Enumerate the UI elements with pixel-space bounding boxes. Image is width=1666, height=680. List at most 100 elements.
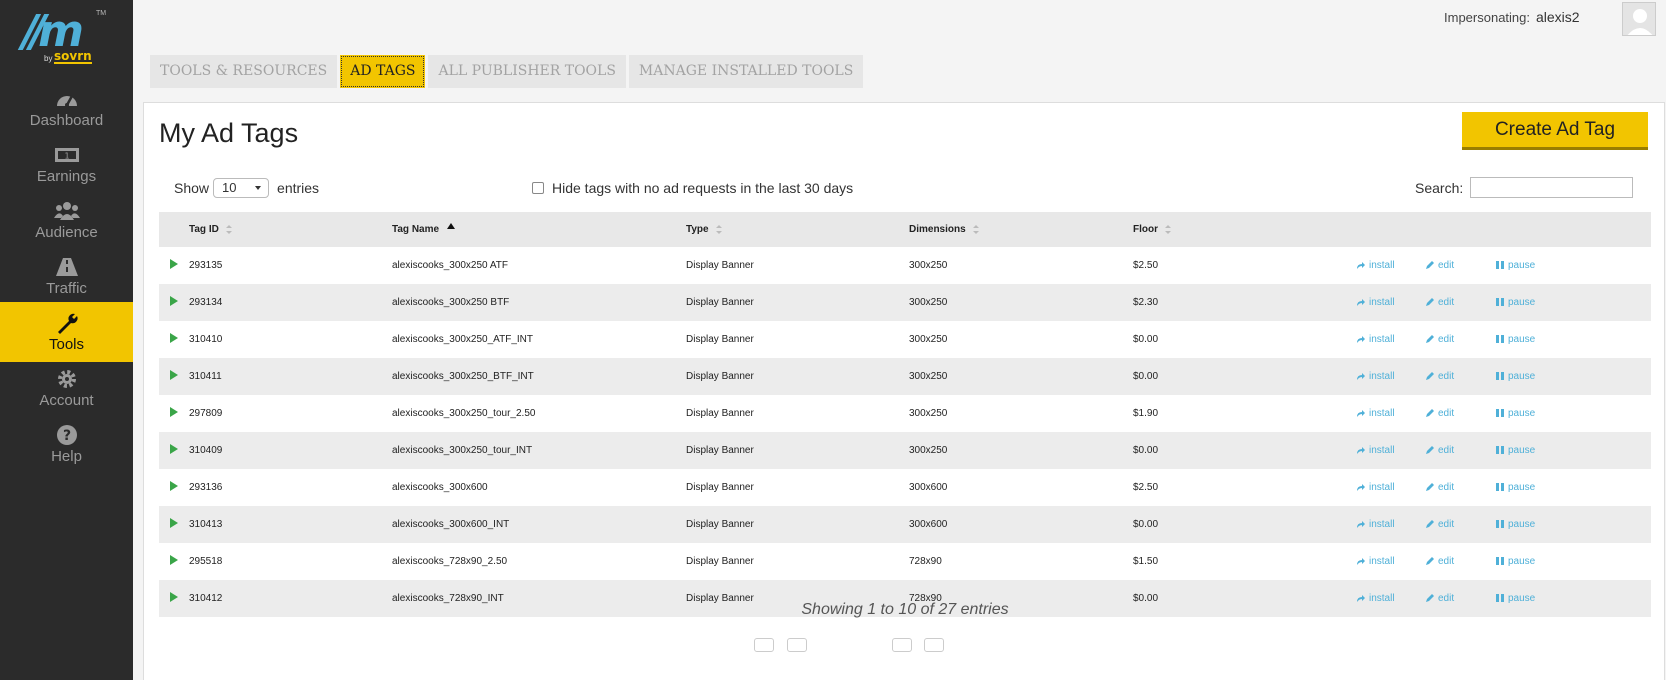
tool-tabs: TOOLS & RESOURCES AD TAGS ALL PUBLISHER … (150, 55, 866, 88)
pagination-last-button[interactable] (924, 638, 944, 652)
edit-label: edit (1438, 334, 1455, 345)
sidebar-item-tools[interactable]: Tools (0, 302, 133, 362)
impersonated-user[interactable]: alexis2 (1536, 9, 1580, 25)
pause-link[interactable]: pause (1496, 260, 1535, 271)
install-link[interactable]: install (1356, 408, 1395, 419)
logo-tm: TM (96, 10, 107, 17)
install-link[interactable]: install (1356, 260, 1395, 271)
play-icon[interactable] (170, 370, 178, 380)
pause-link[interactable]: pause (1496, 556, 1535, 567)
play-icon[interactable] (170, 555, 178, 565)
column-header-tag-name[interactable]: Tag Name (392, 212, 686, 247)
ad-tags-table: Tag ID Tag Name Type Dimensions Floor 29… (159, 212, 1651, 617)
sidebar-item-label: Audience (35, 224, 98, 241)
header-actions-spacer (1356, 212, 1426, 247)
search-input[interactable] (1470, 177, 1634, 198)
sidebar-item-label: Account (39, 392, 94, 409)
pause-link[interactable]: pause (1496, 482, 1535, 493)
sidebar-item-help[interactable]: ? Help (0, 414, 133, 474)
edit-link[interactable]: edit (1426, 334, 1454, 345)
floor-cell: $1.50 (1133, 556, 1159, 567)
users-icon (53, 202, 80, 220)
avatar[interactable] (1622, 2, 1656, 36)
install-link[interactable]: install (1356, 334, 1395, 345)
sidebar-item-traffic[interactable]: Traffic (0, 246, 133, 306)
pagination-previous-button[interactable] (787, 638, 807, 652)
edit-label: edit (1438, 371, 1455, 382)
page-size-select[interactable]: 10 (213, 178, 270, 198)
install-link[interactable]: install (1356, 519, 1395, 530)
share-icon (1357, 373, 1365, 381)
column-header-dimensions[interactable]: Dimensions (909, 212, 1133, 247)
tab-ad-tags[interactable]: AD TAGS (340, 55, 426, 88)
edit-link[interactable]: edit (1426, 297, 1454, 308)
edit-label: edit (1438, 260, 1455, 271)
type-cell: Display Banner (686, 284, 909, 321)
play-icon[interactable] (170, 333, 178, 343)
floor-cell: $2.50 (1133, 260, 1159, 271)
table-row: 293135 alexiscooks_300x250 ATF Display Ban… (159, 247, 1651, 284)
pause-link[interactable]: pause (1496, 334, 1535, 345)
dimensions-cell: 300x250 (909, 358, 1133, 395)
edit-link[interactable]: edit (1426, 260, 1454, 271)
play-icon[interactable] (170, 259, 178, 269)
pagination-first-button[interactable] (754, 638, 774, 652)
sidebar-item-label: Tools (48, 336, 85, 353)
impersonating-label: Impersonating: (1444, 10, 1530, 25)
entries-label: entries (277, 180, 320, 196)
column-header-floor[interactable]: Floor (1133, 212, 1356, 247)
install-label: install (1369, 482, 1395, 493)
edit-link[interactable]: edit (1426, 556, 1454, 567)
svg-text:1: 1 (64, 152, 69, 161)
sidebar-item-earnings[interactable]: 1 Earnings (0, 134, 133, 194)
pause-link[interactable]: pause (1496, 371, 1535, 382)
edit-link[interactable]: edit (1426, 482, 1454, 493)
sidebar-item-account[interactable]: Account (0, 358, 133, 418)
header-spacer (159, 212, 189, 247)
column-label: Type (686, 224, 709, 235)
pause-link[interactable]: pause (1496, 297, 1535, 308)
dimensions-cell: 300x600 (909, 506, 1133, 543)
play-icon[interactable] (170, 296, 178, 306)
pencil-icon (1426, 446, 1434, 455)
install-link[interactable]: install (1356, 482, 1395, 493)
sidebar-item-dashboard[interactable]: Dashboard (0, 78, 133, 138)
pause-icon (1496, 557, 1504, 566)
sovrn-logo[interactable]: //m TM by sovrn (22, 6, 112, 66)
tab-tools-resources[interactable]: TOOLS & RESOURCES (150, 55, 338, 88)
type-cell: Display Banner (686, 408, 754, 419)
pause-link[interactable]: pause (1496, 519, 1535, 530)
install-link[interactable]: install (1356, 297, 1395, 308)
pause-label: pause (1508, 445, 1536, 456)
tag-name-cell: alexiscooks_300x250 ATF (392, 260, 508, 271)
tab-all-publisher-tools[interactable]: ALL PUBLISHER TOOLS (428, 55, 626, 88)
pagination-next-button[interactable] (892, 638, 912, 652)
edit-link[interactable]: edit (1426, 371, 1454, 382)
install-link[interactable]: install (1356, 556, 1395, 567)
hide-inactive-checkbox[interactable] (532, 182, 544, 194)
edit-link[interactable]: edit (1426, 519, 1454, 530)
play-icon[interactable] (170, 407, 178, 417)
edit-link[interactable]: edit (1426, 408, 1454, 419)
search-control: Search: (1415, 177, 1634, 198)
edit-link[interactable]: edit (1426, 445, 1454, 456)
play-icon[interactable] (170, 444, 178, 454)
play-icon[interactable] (170, 481, 178, 491)
install-link[interactable]: install (1356, 371, 1395, 382)
column-header-tag-id[interactable]: Tag ID (189, 212, 392, 247)
tag-id-cell: 293134 (189, 284, 392, 321)
tab-manage-installed-tools[interactable]: MANAGE INSTALLED TOOLS (628, 55, 864, 88)
install-link[interactable]: install (1356, 445, 1395, 456)
create-ad-tag-button[interactable]: Create Ad Tag (1462, 112, 1648, 150)
sidebar-item-audience[interactable]: Audience (0, 190, 133, 250)
pause-icon (1496, 372, 1504, 381)
hide-inactive-label: Hide tags with no ad requests in the las… (552, 180, 854, 196)
search-label: Search: (1415, 179, 1464, 196)
play-icon[interactable] (170, 518, 178, 528)
pause-link[interactable]: pause (1496, 408, 1535, 419)
column-header-type[interactable]: Type (686, 212, 909, 247)
pause-link[interactable]: pause (1496, 445, 1535, 456)
road-icon (55, 258, 78, 276)
sidebar-item-label: Earnings (36, 168, 97, 185)
column-label: Tag ID (189, 224, 219, 235)
